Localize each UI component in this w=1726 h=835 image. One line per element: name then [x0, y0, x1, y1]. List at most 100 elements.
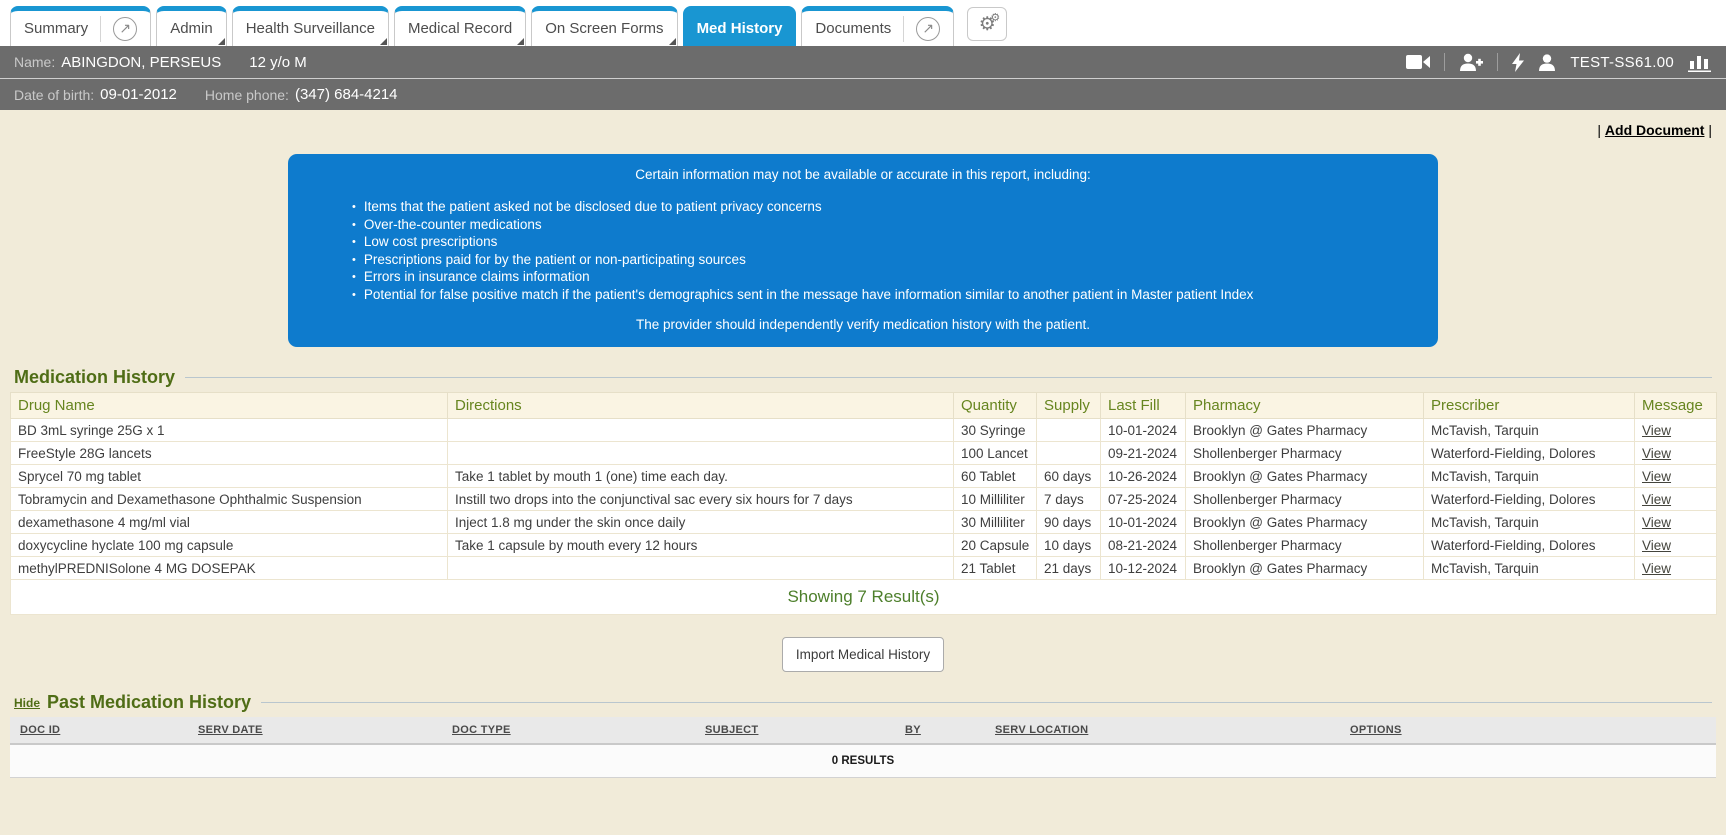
past-empty-row: 0 RESULTS [10, 744, 1716, 778]
col-prescriber: Prescriber [1424, 393, 1635, 419]
user-icon [1538, 54, 1556, 71]
patient-name: ABINGDON, PERSEUS [61, 54, 221, 71]
cell-prescriber: McTavish, Tarquin [1424, 419, 1635, 442]
cell-message: View [1635, 557, 1717, 580]
tab-summary-label: Summary [24, 20, 88, 37]
col-serv-location[interactable]: SERV LOCATION [985, 717, 1340, 744]
table-row: doxycycline hyclate 100 mg capsule Take … [11, 534, 1717, 557]
col-doc-type[interactable]: DOC TYPE [442, 717, 695, 744]
add-document-link[interactable]: Add Document [1605, 122, 1705, 138]
cell-supply: 10 days [1037, 534, 1101, 557]
dropdown-corner-icon [669, 38, 676, 45]
col-doc-id[interactable]: DOC ID [10, 717, 188, 744]
notice-footer: The provider should independently verify… [312, 317, 1414, 332]
col-drug-name: Drug Name [11, 393, 448, 419]
tab-health-surveillance-label: Health Surveillance [246, 20, 375, 37]
col-directions: Directions [448, 393, 954, 419]
past-empty-text: 0 RESULTS [10, 744, 1716, 778]
dropdown-corner-icon [218, 38, 225, 45]
tab-med-history[interactable]: Med History [683, 6, 797, 46]
cell-last-fill: 10-26-2024 [1101, 465, 1186, 488]
cell-pharmacy: Brooklyn @ Gates Pharmacy [1186, 511, 1424, 534]
view-message-link[interactable]: View [1642, 423, 1671, 438]
cell-pharmacy: Brooklyn @ Gates Pharmacy [1186, 419, 1424, 442]
cell-prescriber: McTavish, Tarquin [1424, 557, 1635, 580]
patient-subheader-bar: Date of birth: 09-01-2012 Home phone: (3… [0, 79, 1726, 110]
col-options[interactable]: OPTIONS [1340, 717, 1716, 744]
name-label: Name: [14, 54, 55, 70]
table-row: Sprycel 70 mg tablet Take 1 tablet by mo… [11, 465, 1717, 488]
patient-header-bar: Name: ABINGDON, PERSEUS 12 y/o M TEST-SS… [0, 46, 1726, 79]
tab-med-history-label: Med History [697, 20, 783, 37]
col-serv-date[interactable]: SERV DATE [188, 717, 442, 744]
settings-button[interactable]: ⚙ ⚙ [967, 7, 1007, 41]
cell-message: View [1635, 488, 1717, 511]
cell-directions [448, 419, 954, 442]
divider [1444, 53, 1445, 71]
view-message-link[interactable]: View [1642, 446, 1671, 461]
cell-supply: 90 days [1037, 511, 1101, 534]
cell-drug: dexamethasone 4 mg/ml vial [11, 511, 448, 534]
results-count-row: Showing 7 Result(s) [11, 580, 1717, 615]
tab-health-surveillance[interactable]: Health Surveillance [232, 6, 389, 46]
divider-line [261, 702, 1712, 703]
video-camera-icon[interactable] [1406, 54, 1430, 70]
disclaimer-notice: Certain information may not be available… [288, 154, 1438, 347]
popout-icon[interactable]: ↗ [113, 17, 137, 41]
cell-last-fill: 07-25-2024 [1101, 488, 1186, 511]
hide-link[interactable]: Hide [14, 696, 40, 710]
lightning-bolt-icon[interactable] [1512, 53, 1524, 72]
cell-message: View [1635, 465, 1717, 488]
view-message-link[interactable]: View [1642, 538, 1671, 553]
tab-documents[interactable]: Documents ↗ [801, 6, 954, 46]
notice-bullet: Low cost prescriptions [352, 234, 1414, 252]
medication-history-table: Drug Name Directions Quantity Supply Las… [10, 392, 1717, 615]
col-pharmacy: Pharmacy [1186, 393, 1424, 419]
view-message-link[interactable]: View [1642, 561, 1671, 576]
cell-last-fill: 10-01-2024 [1101, 419, 1186, 442]
tab-admin[interactable]: Admin [156, 6, 227, 46]
notice-bullet: Over-the-counter medications [352, 217, 1414, 235]
tab-divider [100, 16, 101, 42]
cell-directions: Inject 1.8 mg under the skin once daily [448, 511, 954, 534]
cell-drug: FreeStyle 28G lancets [11, 442, 448, 465]
medication-history-title: Medication History [14, 367, 175, 388]
cell-prescriber: Waterford-Fielding, Dolores [1424, 488, 1635, 511]
view-message-link[interactable]: View [1642, 469, 1671, 484]
cell-quantity: 20 Capsule [954, 534, 1037, 557]
bar-chart-icon[interactable] [1688, 52, 1712, 72]
patient-age-sex: 12 y/o M [249, 54, 307, 71]
cell-directions: Instill two drops into the conjunctival … [448, 488, 954, 511]
medication-history-header: Medication History [14, 367, 1712, 388]
cell-prescriber: McTavish, Tarquin [1424, 511, 1635, 534]
cell-directions [448, 442, 954, 465]
cell-prescriber: Waterford-Fielding, Dolores [1424, 534, 1635, 557]
cell-pharmacy: Brooklyn @ Gates Pharmacy [1186, 557, 1424, 580]
notice-title: Certain information may not be available… [312, 167, 1414, 182]
col-subject[interactable]: SUBJECT [695, 717, 895, 744]
tab-admin-label: Admin [170, 20, 213, 37]
add-user-icon[interactable] [1459, 53, 1483, 71]
cell-prescriber: McTavish, Tarquin [1424, 465, 1635, 488]
view-message-link[interactable]: View [1642, 515, 1671, 530]
cell-last-fill: 08-21-2024 [1101, 534, 1186, 557]
tab-summary[interactable]: Summary ↗ [10, 6, 151, 46]
cell-quantity: 10 Milliliter [954, 488, 1037, 511]
home-phone-label: Home phone: [205, 87, 289, 103]
col-by[interactable]: BY [895, 717, 985, 744]
col-last-fill: Last Fill [1101, 393, 1186, 419]
cell-supply [1037, 442, 1101, 465]
cell-directions: Take 1 tablet by mouth 1 (one) time each… [448, 465, 954, 488]
popout-icon[interactable]: ↗ [916, 17, 940, 41]
cell-drug: BD 3mL syringe 25G x 1 [11, 419, 448, 442]
tab-medical-record[interactable]: Medical Record [394, 6, 526, 46]
import-medical-history-button[interactable]: Import Medical History [782, 637, 944, 672]
past-medication-history-title: Past Medication History [47, 692, 251, 713]
view-message-link[interactable]: View [1642, 492, 1671, 507]
past-medication-history-header: Hide Past Medication History [14, 692, 1712, 713]
divider [1497, 53, 1498, 71]
tab-on-screen-forms[interactable]: On Screen Forms [531, 6, 677, 46]
cell-drug: doxycycline hyclate 100 mg capsule [11, 534, 448, 557]
tab-divider [903, 16, 904, 42]
dob-label: Date of birth: [14, 87, 94, 103]
